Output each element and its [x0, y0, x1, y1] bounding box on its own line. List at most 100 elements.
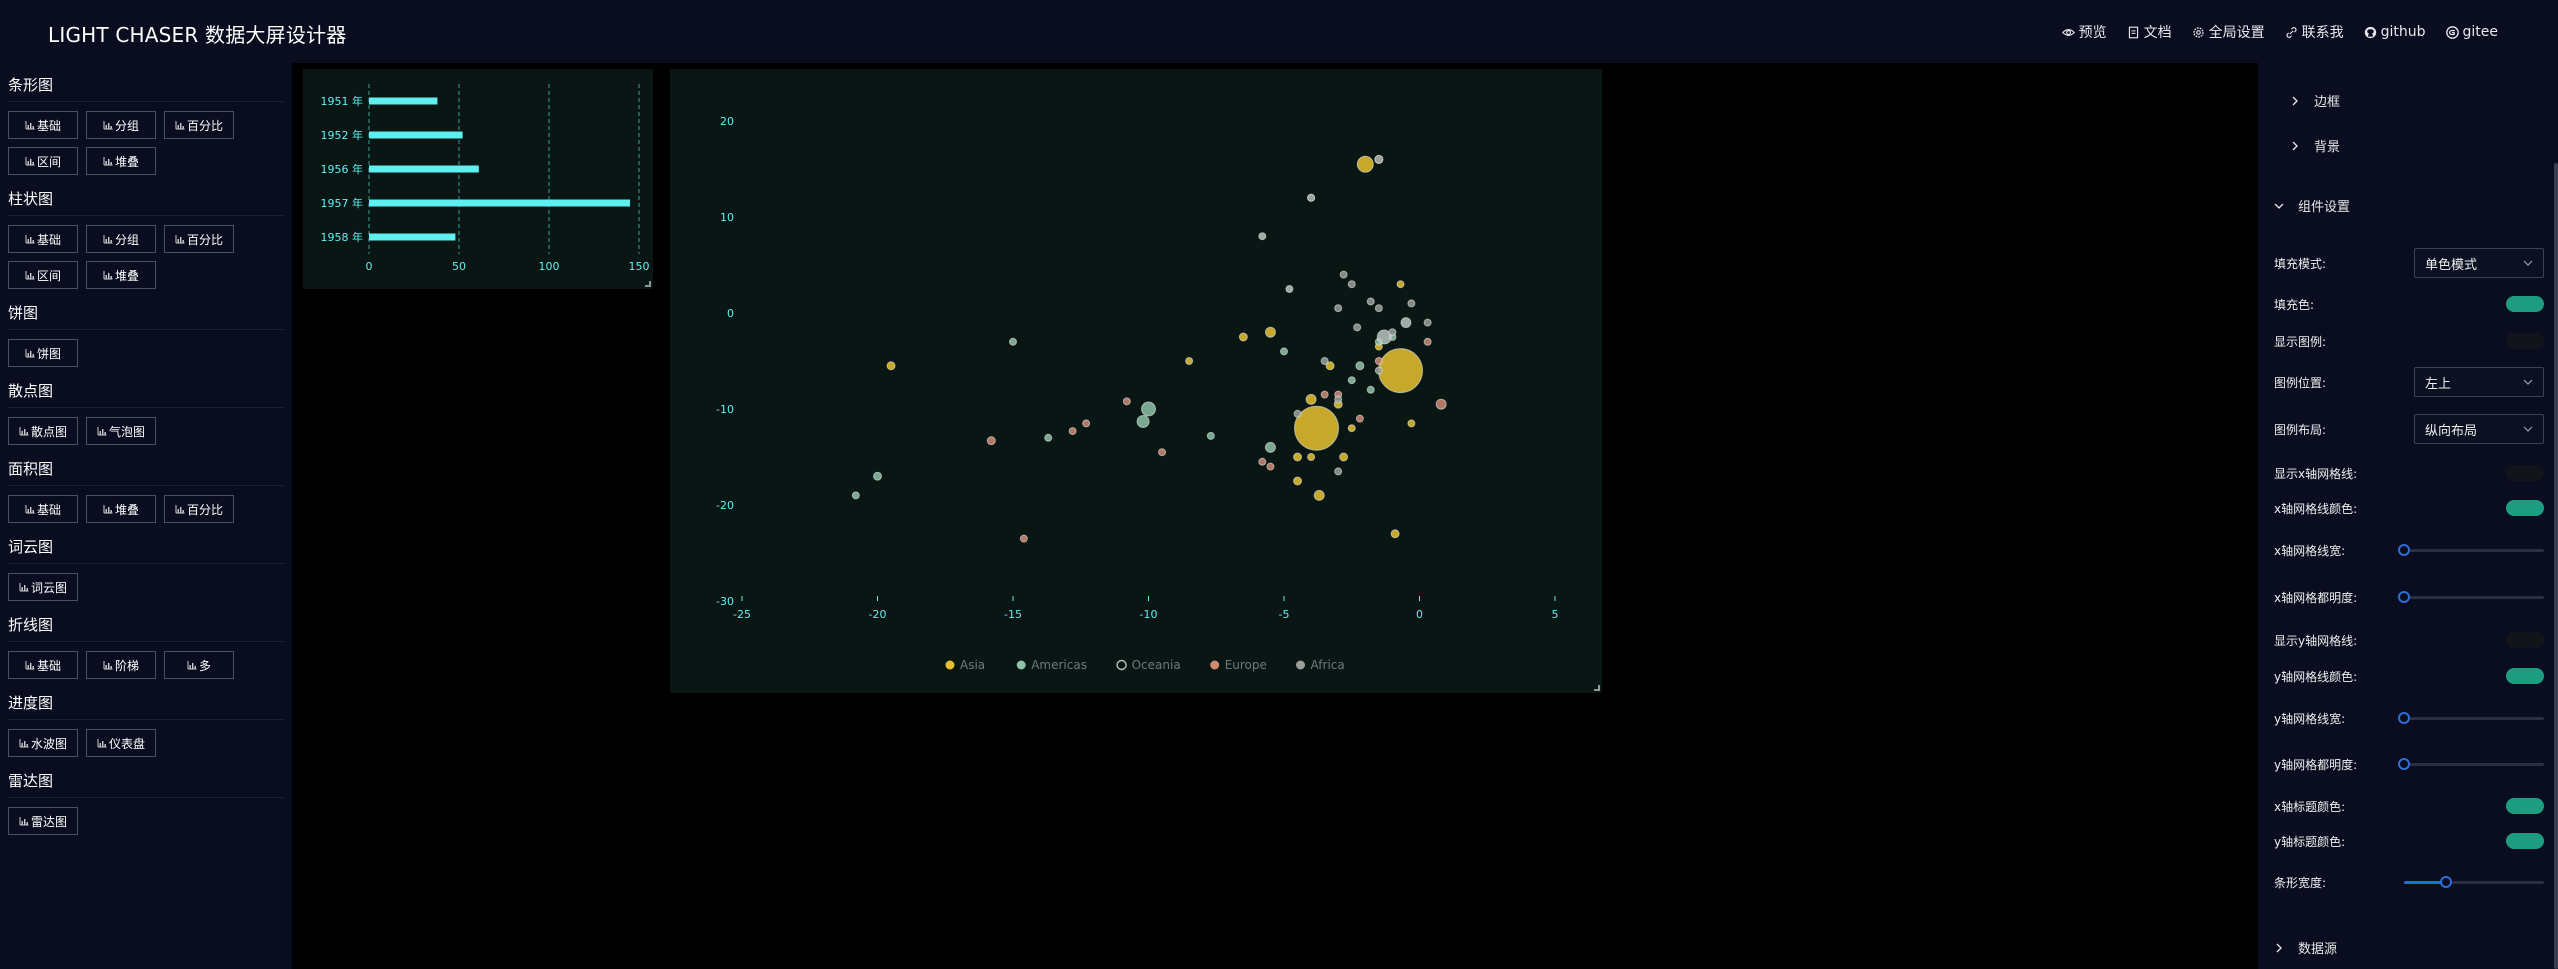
- bar-chart-icon: [103, 271, 113, 280]
- chevron-right-icon: [2292, 141, 2298, 150]
- x-grid-opacity-slider[interactable]: [2398, 589, 2544, 605]
- bubble-point: [1136, 414, 1150, 428]
- bubble-point: [1407, 419, 1416, 428]
- bar-width-slider[interactable]: [2404, 874, 2544, 890]
- component-button[interactable]: 散点图: [8, 417, 78, 445]
- component-button[interactable]: 堆叠: [86, 261, 156, 289]
- docs-label: 文档: [2143, 25, 2172, 41]
- scrollbar[interactable]: [2554, 163, 2558, 969]
- x-grid-width-slider[interactable]: [2398, 542, 2544, 558]
- show-legend-toggle[interactable]: [2506, 333, 2544, 349]
- bubble-point: [1339, 452, 1349, 462]
- bar-chart-icon: [175, 121, 185, 130]
- component-button[interactable]: 百分比: [164, 111, 234, 139]
- component-button[interactable]: 基础: [8, 495, 78, 523]
- fill-color-picker[interactable]: [2506, 296, 2544, 312]
- component-button-label: 堆叠: [114, 268, 139, 283]
- y-title-color-picker[interactable]: [2506, 833, 2544, 849]
- x-tick-label: -20: [869, 608, 887, 621]
- component-button-label: 分组: [114, 232, 139, 247]
- bubble-point: [1264, 441, 1276, 453]
- component-button[interactable]: 分组: [86, 225, 156, 253]
- y-grid-width-slider[interactable]: [2398, 710, 2544, 726]
- component-button[interactable]: 阶梯: [86, 651, 156, 679]
- bubble-point: [1334, 467, 1343, 476]
- component-button[interactable]: 饼图: [8, 339, 78, 367]
- gitee-link[interactable]: gitee: [2445, 22, 2499, 42]
- component-button[interactable]: 雷达图: [8, 807, 78, 835]
- bubble-point: [1374, 304, 1383, 313]
- legend-layout-select[interactable]: 纵向布局: [2414, 414, 2544, 444]
- component-button[interactable]: 堆叠: [86, 495, 156, 523]
- contact-link[interactable]: 联系我: [2285, 22, 2344, 42]
- bubble-point: [1374, 366, 1383, 375]
- x-grid-opacity-label: x轴网格都明度:: [2274, 590, 2358, 605]
- component-button[interactable]: 基础: [8, 225, 78, 253]
- gitee-label: gitee: [2462, 24, 2499, 40]
- section-component-settings[interactable]: 组件设置: [2274, 196, 2350, 215]
- eye-icon: [2061, 28, 2075, 36]
- legend-layout-value: 纵向布局: [2425, 423, 2478, 439]
- slider-knob[interactable]: [2440, 876, 2452, 888]
- bar-chart-card[interactable]: 0 50 100 150 1951 年 1952 年 1956 年 1957 年 1958 年: [303, 69, 653, 289]
- x-grid-color-picker[interactable]: [2506, 500, 2544, 516]
- component-button[interactable]: 百分比: [164, 495, 234, 523]
- bubble-point: [1378, 348, 1424, 394]
- y-tick-label: 1957 年: [321, 196, 364, 210]
- component-button[interactable]: 百分比: [164, 225, 234, 253]
- y-grid-color-picker[interactable]: [2506, 668, 2544, 684]
- global-settings-link[interactable]: 全局设置: [2192, 22, 2265, 42]
- bubble-chart-card[interactable]: -25 -20 -15 -10 -5 0 5 20 10 0 -10 -20 -30 Asia Americ…: [670, 69, 1602, 693]
- bubble-point: [851, 491, 860, 500]
- y-tick-label: -20: [716, 499, 734, 512]
- slider-knob[interactable]: [2398, 712, 2410, 724]
- legend-position-select[interactable]: 左上: [2414, 367, 2544, 397]
- component-category: 词云图 词云图: [8, 537, 284, 601]
- component-button[interactable]: 水波图: [8, 729, 78, 757]
- bubble-point: [1339, 270, 1348, 279]
- component-button-label: 基础: [36, 658, 61, 673]
- component-button[interactable]: 区间: [8, 147, 78, 175]
- github-icon: [2364, 26, 2376, 38]
- section-background[interactable]: 背景: [2290, 136, 2340, 155]
- component-category: 条形图 基础 分组 百分比 区间 堆叠: [8, 75, 284, 175]
- slider-knob[interactable]: [2398, 758, 2410, 770]
- section-border[interactable]: 边框: [2290, 91, 2340, 110]
- docs-link[interactable]: 文档: [2127, 22, 2172, 42]
- component-button[interactable]: 基础: [8, 651, 78, 679]
- component-button[interactable]: 词云图: [8, 573, 78, 601]
- component-button[interactable]: 基础: [8, 111, 78, 139]
- github-link[interactable]: github: [2364, 22, 2426, 42]
- bar-width-label: 条形宽度:: [2274, 875, 2327, 890]
- preview-link[interactable]: 预览: [2061, 22, 2107, 42]
- show-y-grid-toggle[interactable]: [2506, 632, 2544, 648]
- x-title-color-picker[interactable]: [2506, 798, 2544, 814]
- x-tick-label: 100: [539, 260, 560, 273]
- component-button[interactable]: 堆叠: [86, 147, 156, 175]
- y-grid-opacity-slider[interactable]: [2398, 756, 2544, 772]
- component-button-group: 散点图 气泡图: [8, 417, 248, 445]
- link-icon: [2286, 26, 2297, 38]
- slider-knob[interactable]: [2398, 591, 2410, 603]
- component-button[interactable]: 气泡图: [86, 417, 156, 445]
- component-button[interactable]: 区间: [8, 261, 78, 289]
- design-canvas[interactable]: 0 50 100 150 1951 年 1952 年 1956 年 1957 年 1958 年 …: [292, 63, 2258, 969]
- bar-chart-icon: [19, 739, 29, 748]
- bubble-point: [1320, 357, 1329, 365]
- y-tick-label: 1951 年: [321, 94, 364, 108]
- resize-handle[interactable]: [1594, 685, 1600, 691]
- show-legend-row: 显示图例:: [2274, 326, 2544, 356]
- section-data-source[interactable]: 数据源: [2274, 938, 2337, 957]
- y-title-color-label: y轴标题颜色:: [2274, 834, 2346, 849]
- bubble-point: [986, 436, 996, 446]
- component-button[interactable]: 分组: [86, 111, 156, 139]
- component-button[interactable]: 仪表盘: [86, 729, 156, 757]
- fill-mode-select[interactable]: 单色模式: [2414, 248, 2544, 278]
- slider-knob[interactable]: [2398, 544, 2410, 556]
- resize-handle[interactable]: [645, 281, 651, 287]
- bar: [369, 233, 456, 241]
- x-tick-label: -10: [1140, 608, 1158, 621]
- show-x-grid-toggle[interactable]: [2506, 465, 2544, 481]
- fill-mode-label: 填充模式:: [2274, 256, 2327, 271]
- component-button[interactable]: 多: [164, 651, 234, 679]
